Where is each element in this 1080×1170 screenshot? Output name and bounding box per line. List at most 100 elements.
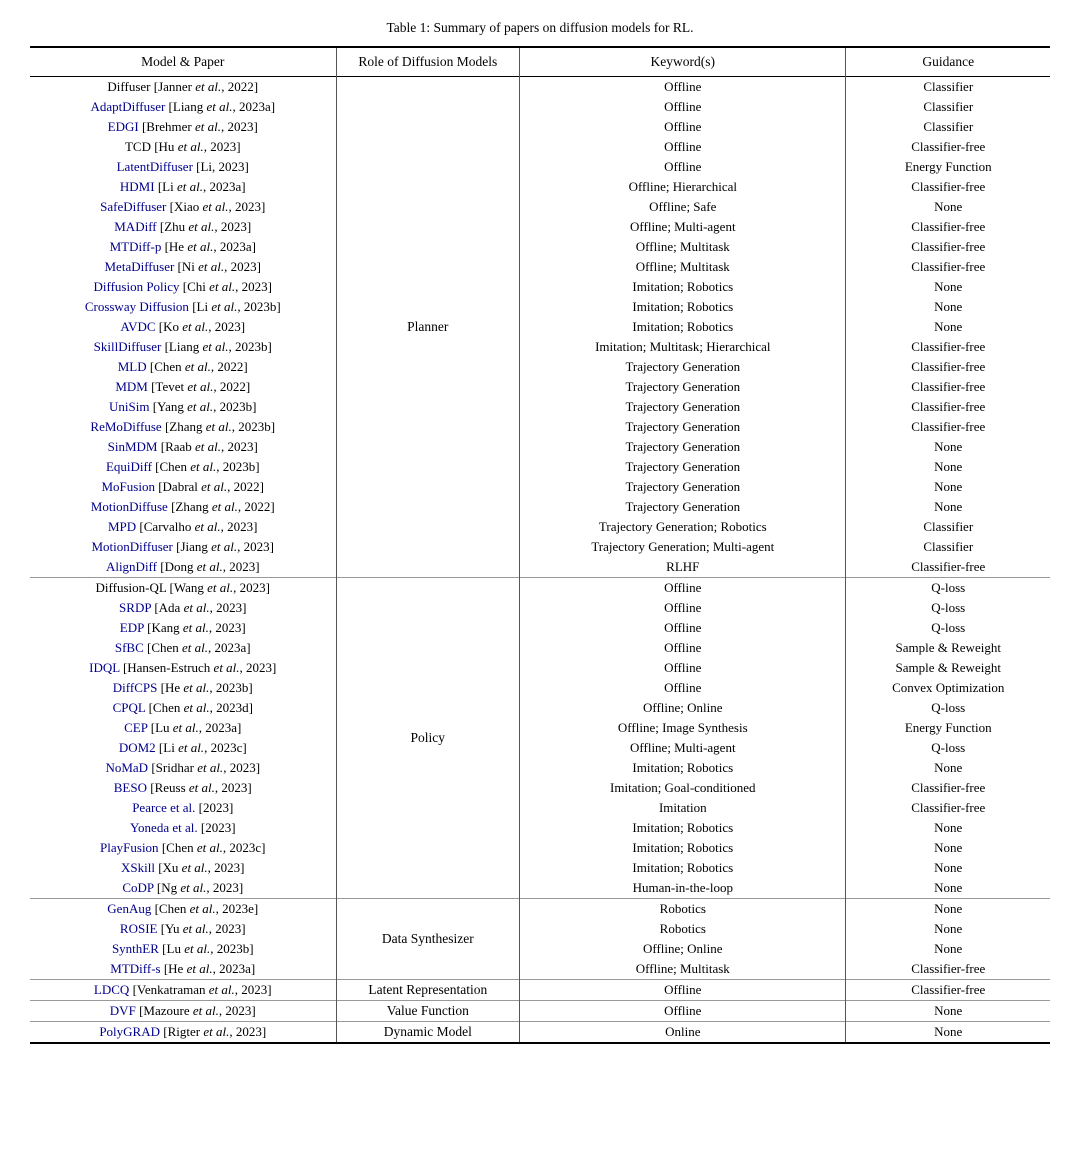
table-row-guidance: None (846, 758, 1050, 778)
table-row-guidance: Energy Function (846, 718, 1050, 738)
table-row-model: Diffusion Policy [Chi et al., 2023] (30, 277, 336, 297)
table-row-model: HDMI [Li et al., 2023a] (30, 177, 336, 197)
table-row-model: EDGI [Brehmer et al., 2023] (30, 117, 336, 137)
table-row-keywords: Imitation; Robotics (520, 758, 846, 778)
table-row-model: SynthER [Lu et al., 2023b] (30, 939, 336, 959)
table-row-keywords: Offline; Online (520, 939, 846, 959)
table-row-guidance: Classifier-free (846, 778, 1050, 798)
table-row-keywords: Trajectory Generation (520, 377, 846, 397)
table-row-model: LatentDiffuser [Li, 2023] (30, 157, 336, 177)
table-row-keywords: Imitation; Robotics (520, 297, 846, 317)
table-row-model: MTDiff-s [He et al., 2023a] (30, 959, 336, 980)
table-row-model: MLD [Chen et al., 2022] (30, 357, 336, 377)
table-row-guidance: None (846, 939, 1050, 959)
table-row-model: Diffuser [Janner et al., 2022] (30, 77, 336, 98)
table-row-guidance: Classifier-free (846, 257, 1050, 277)
table-row-guidance: Classifier (846, 97, 1050, 117)
table-row-guidance: None (846, 858, 1050, 878)
table-row-guidance: Classifier-free (846, 798, 1050, 818)
table-row-model: EDP [Kang et al., 2023] (30, 618, 336, 638)
table-row-keywords: Offline (520, 598, 846, 618)
table-row-model: MetaDiffuser [Ni et al., 2023] (30, 257, 336, 277)
table-row-keywords: Offline (520, 77, 846, 98)
table-row-guidance: Q-loss (846, 698, 1050, 718)
table-row-keywords: Offline (520, 1001, 846, 1022)
table-row-keywords: Trajectory Generation (520, 457, 846, 477)
table-row-keywords: Offline (520, 578, 846, 599)
table-row-keywords: Offline (520, 638, 846, 658)
table-row-keywords: Offline (520, 980, 846, 1001)
table-row-model: SRDP [Ada et al., 2023] (30, 598, 336, 618)
table-row-guidance: None (846, 477, 1050, 497)
table-row-guidance: Classifier-free (846, 959, 1050, 980)
table-row-keywords: Offline; Multitask (520, 257, 846, 277)
table-row-guidance: Classifier-free (846, 417, 1050, 437)
table-row-model: MADiff [Zhu et al., 2023] (30, 217, 336, 237)
table-row-keywords: Imitation; Robotics (520, 277, 846, 297)
table-row-guidance: None (846, 297, 1050, 317)
table-row-model: AdaptDiffuser [Liang et al., 2023a] (30, 97, 336, 117)
table-row-guidance: None (846, 818, 1050, 838)
table-row-guidance: None (846, 919, 1050, 939)
table-row-guidance: None (846, 197, 1050, 217)
table-row-keywords: Trajectory Generation (520, 497, 846, 517)
table-row-role: Policy (336, 578, 520, 899)
table-row-model: BESO [Reuss et al., 2023] (30, 778, 336, 798)
header-model: Model & Paper (30, 47, 336, 77)
table-row-keywords: Offline; Image Synthesis (520, 718, 846, 738)
table-row-guidance: Q-loss (846, 738, 1050, 758)
table-row-guidance: Classifier-free (846, 217, 1050, 237)
table-row-model: DVF [Mazoure et al., 2023] (30, 1001, 336, 1022)
table-row-model: SafeDiffuser [Xiao et al., 2023] (30, 197, 336, 217)
table-row-guidance: Classifier-free (846, 357, 1050, 377)
table-row-keywords: Imitation; Robotics (520, 838, 846, 858)
table-row-keywords: Offline (520, 618, 846, 638)
table-row-guidance: None (846, 1022, 1050, 1044)
table-row-guidance: None (846, 878, 1050, 899)
table-row-model: Pearce et al. [2023] (30, 798, 336, 818)
table-row-keywords: Offline; Hierarchical (520, 177, 846, 197)
table-row-model: CoDP [Ng et al., 2023] (30, 878, 336, 899)
table-row-keywords: Offline; Online (520, 698, 846, 718)
table-row-keywords: Trajectory Generation; Multi-agent (520, 537, 846, 557)
table-row-model: MotionDiffuser [Jiang et al., 2023] (30, 537, 336, 557)
table-row-guidance: Classifier-free (846, 557, 1050, 578)
table-row-keywords: Offline; Multi-agent (520, 738, 846, 758)
table-row-model: AlignDiff [Dong et al., 2023] (30, 557, 336, 578)
table-row-keywords: Human-in-the-loop (520, 878, 846, 899)
table-row-keywords: Trajectory Generation (520, 437, 846, 457)
table-row-guidance: None (846, 317, 1050, 337)
table-row-model: NoMaD [Sridhar et al., 2023] (30, 758, 336, 778)
table-row-keywords: Online (520, 1022, 846, 1044)
table-row-keywords: Trajectory Generation (520, 397, 846, 417)
table-row-guidance: None (846, 1001, 1050, 1022)
table-row-model: SkillDiffuser [Liang et al., 2023b] (30, 337, 336, 357)
table-row-model: AVDC [Ko et al., 2023] (30, 317, 336, 337)
table-row-model: PlayFusion [Chen et al., 2023c] (30, 838, 336, 858)
table-row-role: Data Synthesizer (336, 899, 520, 980)
table-row-model: Diffusion-QL [Wang et al., 2023] (30, 578, 336, 599)
table-row-keywords: Offline; Multi-agent (520, 217, 846, 237)
table-row-guidance: Classifier-free (846, 137, 1050, 157)
table-row-keywords: Imitation; Goal-conditioned (520, 778, 846, 798)
table-row-model: Crossway Diffusion [Li et al., 2023b] (30, 297, 336, 317)
table-row-guidance: Energy Function (846, 157, 1050, 177)
table-row-keywords: Trajectory Generation (520, 477, 846, 497)
table-row-keywords: Imitation; Robotics (520, 317, 846, 337)
header-guidance: Guidance (846, 47, 1050, 77)
table-row-keywords: Offline (520, 137, 846, 157)
table-row-model: CPQL [Chen et al., 2023d] (30, 698, 336, 718)
table-row-keywords: Imitation; Multitask; Hierarchical (520, 337, 846, 357)
table-row-guidance: None (846, 277, 1050, 297)
table-row-guidance: Convex Optimization (846, 678, 1050, 698)
table-row-guidance: Sample & Reweight (846, 638, 1050, 658)
table-row-guidance: Q-loss (846, 578, 1050, 599)
table-row-model: PolyGRAD [Rigter et al., 2023] (30, 1022, 336, 1044)
table-row-keywords: Offline (520, 678, 846, 698)
main-table: Model & Paper Role of Diffusion Models K… (30, 46, 1050, 1044)
table-row-guidance: Sample & Reweight (846, 658, 1050, 678)
table-row-guidance: Q-loss (846, 598, 1050, 618)
header-keywords: Keyword(s) (520, 47, 846, 77)
table-row-role: Value Function (336, 1001, 520, 1022)
table-row-guidance: None (846, 899, 1050, 920)
